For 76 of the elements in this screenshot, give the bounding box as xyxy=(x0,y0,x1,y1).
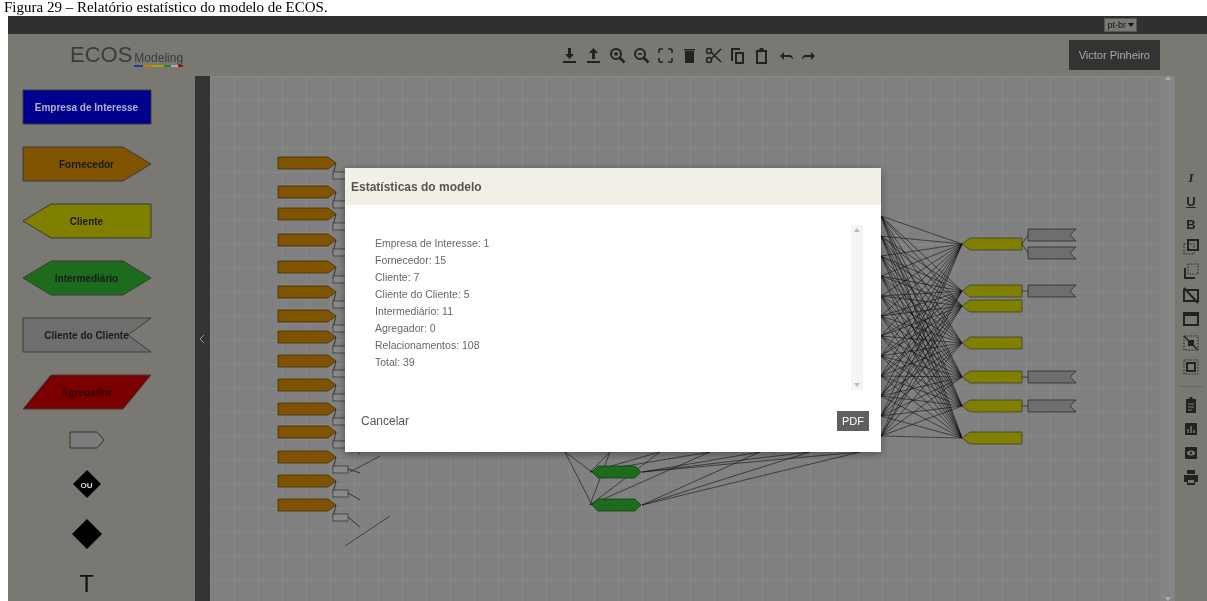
supplier-node xyxy=(277,207,337,221)
empresa-shape[interactable]: Empresa de Interesse xyxy=(21,89,152,125)
upload-icon[interactable] xyxy=(584,45,603,65)
client-node xyxy=(961,431,1023,445)
intermediary-node xyxy=(591,498,642,512)
zoom-out-icon[interactable] xyxy=(632,45,651,65)
user-button[interactable]: Victor Pinheiro xyxy=(1068,40,1160,70)
send-back-icon[interactable] xyxy=(1181,262,1201,281)
dialog-title: Estatísticas do modelo xyxy=(345,168,881,205)
customer-node xyxy=(1027,370,1077,384)
scissors-icon[interactable] xyxy=(704,45,723,65)
supplier-node xyxy=(277,425,337,439)
client-node xyxy=(961,284,1023,298)
supplier-node xyxy=(277,498,337,512)
ungroup-icon[interactable] xyxy=(1181,334,1201,353)
printer-icon[interactable] xyxy=(1181,468,1201,487)
fullscreen-icon[interactable] xyxy=(656,45,675,65)
statistic-line: Intermediário: 11 xyxy=(375,305,454,317)
cancel-button[interactable]: Cancelar xyxy=(361,414,410,428)
underline-button[interactable]: U xyxy=(1182,192,1200,210)
bring-front-icon[interactable] xyxy=(1181,238,1201,257)
supplier-node xyxy=(277,450,337,464)
bold-button[interactable]: B xyxy=(1182,215,1200,233)
client-node xyxy=(961,336,1023,350)
supplier-node xyxy=(277,474,337,488)
supplier-node xyxy=(277,378,337,392)
caret-icon xyxy=(1128,23,1134,27)
relation-tag xyxy=(332,489,349,498)
relation-tag xyxy=(332,513,349,522)
statistic-line: Cliente: 7 xyxy=(375,271,421,283)
download-icon[interactable] xyxy=(560,45,579,65)
client-node xyxy=(961,299,1023,313)
statistic-line: Empresa de Interesse: 1 xyxy=(375,237,491,249)
supplier-node xyxy=(277,233,337,247)
supplier-node xyxy=(277,285,337,299)
logo-subtitle: Modeling xyxy=(134,51,184,67)
customer-node xyxy=(1027,284,1077,298)
supplier-node xyxy=(277,354,337,368)
supplier-node xyxy=(277,185,337,199)
group-icon[interactable] xyxy=(1181,358,1201,377)
figure-caption: Figura 29 – Relatório estatístico do modelo de ECOS. xyxy=(3,0,329,16)
collapse-icon[interactable] xyxy=(200,334,205,343)
no-fill-icon[interactable] xyxy=(1181,286,1201,305)
zoom-in-icon[interactable] xyxy=(608,45,627,65)
customer-node xyxy=(1027,399,1077,413)
statistic-line: Agregador: 0 xyxy=(375,322,437,334)
statistic-line: Relacionamentos: 108 xyxy=(375,339,481,351)
diamond-shape[interactable] xyxy=(71,519,102,549)
supplier-node xyxy=(277,330,337,344)
intermediary-node xyxy=(591,465,642,479)
fornecedor-shape[interactable]: Fornecedor xyxy=(21,146,152,182)
tag-shape[interactable] xyxy=(68,431,105,449)
cliente-do-cliente-shape[interactable]: Cliente do Cliente xyxy=(21,317,152,353)
italic-button[interactable]: I xyxy=(1182,169,1200,187)
pdf-button[interactable]: PDF xyxy=(837,411,869,431)
client-node xyxy=(961,370,1023,384)
intermediario-shape[interactable]: Intermediário xyxy=(21,260,152,296)
supplier-node xyxy=(277,309,337,323)
statistic-line: Fornecedor: 15 xyxy=(375,254,448,266)
client-node xyxy=(961,399,1023,413)
window-icon[interactable] xyxy=(1181,310,1201,329)
logo-title: ECOS xyxy=(70,42,133,68)
supplier-node xyxy=(277,156,337,170)
cliente-shape[interactable]: Cliente xyxy=(21,203,152,239)
supplier-node xyxy=(277,260,337,274)
copy-icon[interactable] xyxy=(728,45,747,65)
text-tool[interactable]: T xyxy=(74,570,99,598)
client-node xyxy=(961,237,1023,251)
or-gate-shape[interactable]: OU xyxy=(72,470,101,498)
supplier-node xyxy=(277,402,337,416)
customer-node xyxy=(1027,246,1077,260)
statistic-line: Total: 39 xyxy=(375,356,416,368)
statistic-line: Cliente do Cliente: 5 xyxy=(375,288,471,300)
customer-node xyxy=(1027,228,1077,242)
relation-tag xyxy=(332,465,349,474)
language-select[interactable]: pt-br xyxy=(1104,18,1137,32)
